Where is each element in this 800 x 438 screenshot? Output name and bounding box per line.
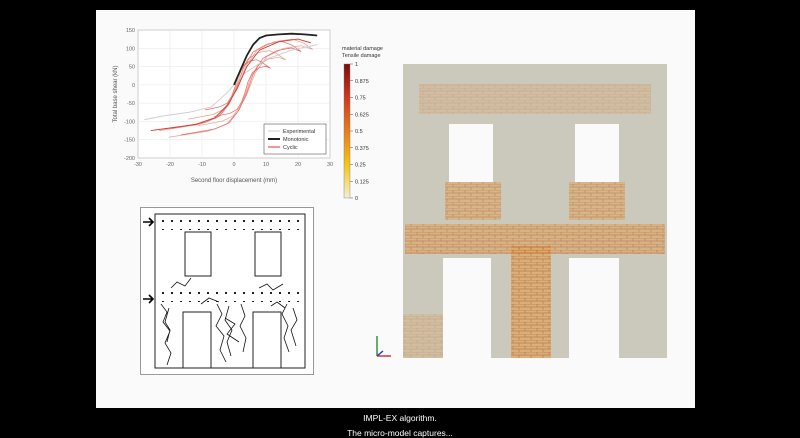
y-tick-label: -200 <box>124 156 135 162</box>
hysteresis-chart: -30 -20 -10 0 10 20 30 150100500-50-100-150-20… <box>113 28 333 184</box>
colorbar-tick-label: 0.125 <box>355 179 369 185</box>
damage-band-top <box>419 84 651 114</box>
x-tick-label: 10 <box>263 162 269 168</box>
legend-label-experimental: Experimental <box>283 129 315 135</box>
damage-left-pier-base <box>403 314 443 358</box>
damage-under-window-right <box>569 182 625 220</box>
y-tick-label: 150 <box>126 28 135 34</box>
sketch-arrow-lower <box>143 294 155 304</box>
sketch-door-left <box>182 311 212 369</box>
axis-z-arrow <box>376 350 384 357</box>
sketch-upper-dots <box>159 216 304 230</box>
sketch-window-left <box>184 231 212 277</box>
colorbar-title-2: Tensile damage <box>342 53 381 59</box>
x-tick-labels: -30 -20 -10 0 10 20 30 <box>134 162 333 168</box>
x-tick-label: 20 <box>295 162 301 168</box>
colorbar-tick-label: 0.5 <box>355 129 363 135</box>
colorbar-tick-label: 0.625 <box>355 112 369 118</box>
colorbar-tick-label: 1 <box>355 62 358 68</box>
x-tick-label: 30 <box>327 162 333 168</box>
subtitle-line-1: IMPL-EX algorithm. <box>363 413 437 423</box>
damage-central-pier <box>511 246 551 358</box>
legend-label-monotonic: Monotonic <box>283 137 309 143</box>
y-tick-labels: 150 100 50 0 -50 -100 -150 -200 <box>124 28 135 162</box>
y-tick-label: -100 <box>124 119 135 125</box>
y-tick-label: 100 <box>126 46 135 52</box>
colorbar-tick-label: 0.25 <box>355 163 366 169</box>
legend-label-cyclic: Cyclic <box>283 145 298 151</box>
y-tick-label: -150 <box>124 138 135 144</box>
sketch-wall-outline <box>154 213 306 369</box>
y-tick-label: 0 <box>132 83 135 89</box>
colorbar-title-1: material damage <box>342 46 383 52</box>
sketch-arrow-upper <box>143 217 155 227</box>
y-tick-label: 50 <box>129 65 135 71</box>
y-tick-label: -50 <box>127 101 135 107</box>
colorbar-ticks: 1 0.875 0.75 0.625 0.5 0.375 0.25 0.125 0 <box>350 62 369 202</box>
sketch-window-right <box>254 231 282 277</box>
colorbar-tick-label: 0 <box>355 196 358 202</box>
damage-under-window-left <box>445 182 501 220</box>
colorbar-tick-label: 0.875 <box>355 79 369 85</box>
x-tick-label: 0 <box>232 162 235 168</box>
colorbar-tick-label: 0.375 <box>355 146 369 152</box>
x-axis-label: Second floor displacement (mm) <box>191 178 277 184</box>
legend: Experimental Monotonic Cyclic <box>263 123 327 155</box>
x-tick-label: -20 <box>166 162 174 168</box>
sketch-door-right <box>252 311 282 369</box>
colorbar-tick-label: 0.75 <box>355 96 366 102</box>
crack-pattern-sketch <box>140 207 314 375</box>
wall-damage-model <box>376 64 667 358</box>
y-axis-label: Total base shear (kN) <box>113 65 119 122</box>
sketch-lower-dots <box>159 292 304 302</box>
colorbar-ramp <box>343 63 351 199</box>
axis-triad <box>376 336 391 357</box>
x-tick-label: -30 <box>134 162 142 168</box>
x-tick-label: -10 <box>198 162 206 168</box>
